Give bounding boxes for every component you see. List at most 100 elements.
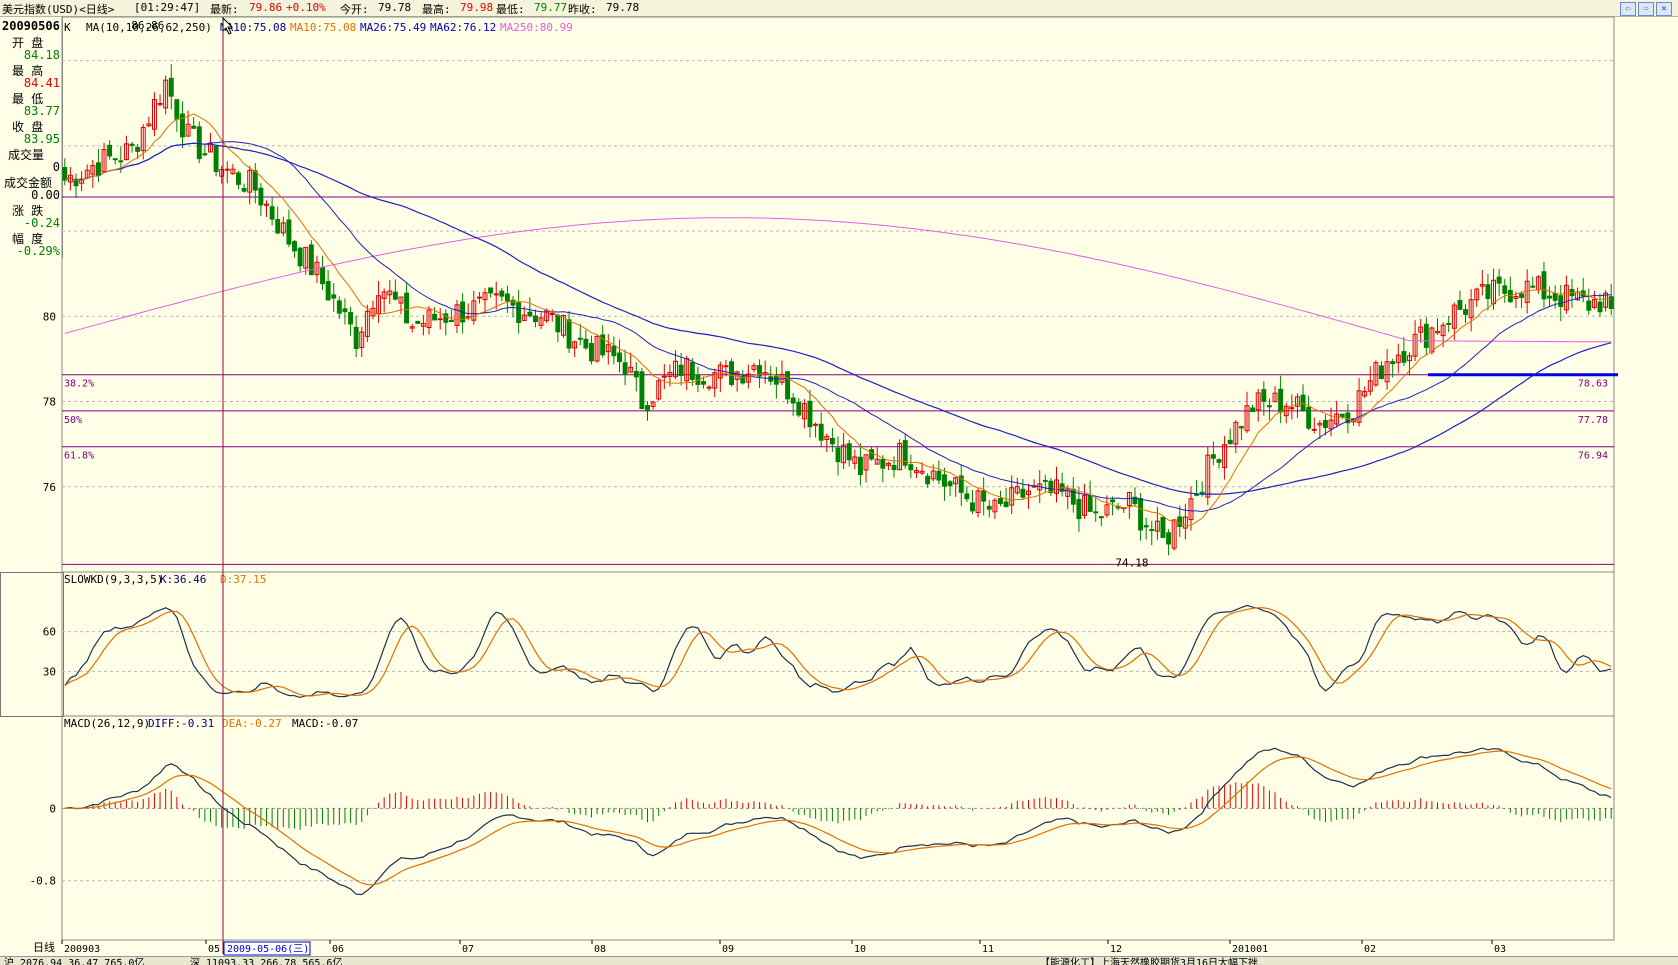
candle-body — [773, 376, 779, 385]
candle-body — [785, 371, 791, 400]
candle-body — [1238, 426, 1244, 429]
candle-body — [62, 166, 68, 181]
candle-body — [415, 320, 421, 324]
candle-body — [1020, 488, 1026, 498]
candle-body — [488, 287, 494, 294]
candle-body — [1530, 285, 1536, 288]
candle-body — [577, 337, 583, 340]
candle-body — [174, 99, 180, 120]
candle-body — [437, 318, 443, 321]
candle-body — [404, 292, 410, 324]
candle-body — [1160, 516, 1166, 538]
candle-body — [320, 266, 325, 285]
candle-body — [275, 219, 281, 234]
kd-k-line — [64, 604, 1612, 699]
x-tick-label: 03 — [1494, 944, 1506, 955]
candle-body — [1278, 388, 1284, 413]
candle-body — [1227, 439, 1233, 445]
candle-body — [196, 126, 202, 160]
macd-legend-dea: DEA:-0.27 — [222, 717, 282, 730]
price-chart[interactable]: 76788038.2% 78.6350% 77.7861.8% 76.9486.867… — [0, 0, 1678, 956]
candle-body — [633, 371, 639, 378]
price-y-tick: 78 — [43, 396, 56, 409]
candle-body — [527, 311, 533, 317]
candle-body — [622, 362, 628, 375]
candle-body — [135, 146, 141, 152]
axis-label-daily: 日线 — [33, 940, 55, 954]
candle-body — [818, 423, 824, 441]
x-tick-label: 02 — [1364, 944, 1376, 955]
candle-body — [269, 206, 275, 220]
candle-body — [1177, 516, 1183, 527]
candle-body — [645, 405, 650, 412]
legend-ma-item: MA26:75.49 — [360, 21, 426, 34]
candle-body — [297, 247, 303, 267]
candle-body — [252, 170, 258, 191]
candle-body — [1199, 491, 1205, 494]
price-pane-frame — [61, 16, 1615, 573]
candle-body — [510, 299, 516, 306]
candle-body — [857, 456, 863, 476]
candle-body — [1087, 494, 1093, 512]
candle-body — [986, 505, 992, 510]
candle-body — [1110, 499, 1116, 503]
candle-body — [532, 315, 538, 323]
candle-body — [1098, 516, 1104, 519]
macd-legend-macd: MACD:-0.07 — [292, 717, 358, 730]
candle-body — [1547, 295, 1553, 299]
candle-body — [1457, 300, 1463, 310]
candle-body — [790, 397, 796, 404]
candle-body — [112, 158, 118, 161]
candle-body — [1250, 407, 1256, 413]
candle-body — [224, 168, 230, 171]
kd-legend-name: SLOWKD(9,3,3,5) — [64, 573, 163, 586]
candle-body — [432, 313, 438, 321]
candle-body — [1093, 511, 1099, 514]
candle-body — [241, 187, 247, 192]
candle-body — [689, 362, 695, 380]
candle-body — [1541, 271, 1547, 300]
macd-legend-name: MACD(26,12,9) — [64, 717, 150, 730]
candle-body — [970, 502, 975, 512]
candle-body — [107, 144, 113, 157]
candle-body — [1502, 285, 1508, 294]
candle-body — [1552, 292, 1558, 301]
x-tick-label: 11 — [982, 944, 994, 955]
candle-body — [1485, 284, 1491, 300]
candle-body — [611, 345, 617, 357]
candle-body — [1216, 459, 1222, 463]
candle-body — [1003, 501, 1009, 507]
fib-pct-label: 38.2% — [64, 379, 94, 390]
fib-pct-label: 61.8% — [64, 451, 94, 462]
kd-y-tick: 30 — [43, 665, 56, 678]
candle-body — [168, 77, 174, 97]
x-tick-label: 201001 — [1232, 944, 1268, 955]
candle-body — [1608, 296, 1614, 310]
candle-body — [348, 312, 354, 325]
candle-body — [1266, 405, 1272, 408]
candle-body — [1306, 406, 1312, 429]
candle-body — [392, 291, 398, 300]
candle-body — [342, 308, 348, 313]
candle-body — [202, 153, 208, 156]
candle-body — [1446, 322, 1452, 325]
price-y-tick: 76 — [43, 481, 56, 494]
candle-body — [1076, 499, 1082, 520]
kd-d-line — [64, 607, 1612, 697]
candle-body — [1597, 301, 1603, 313]
kd-y-tick: 60 — [43, 626, 56, 639]
candle-body — [998, 498, 1003, 504]
macd-y-tick: 0 — [49, 802, 56, 815]
legend-ma-item: MA10:75.08 — [290, 21, 356, 34]
candle-body — [258, 187, 264, 206]
candle-body — [835, 447, 841, 463]
candle-body — [555, 314, 561, 333]
candle-body — [701, 381, 706, 385]
candle-body — [1143, 525, 1149, 528]
candle-body — [723, 365, 729, 368]
candle-body — [947, 481, 953, 487]
candle-body — [1322, 419, 1328, 428]
x-tick-label: 05 — [208, 944, 220, 955]
candle-body — [908, 464, 914, 471]
candle-body — [1149, 529, 1155, 532]
